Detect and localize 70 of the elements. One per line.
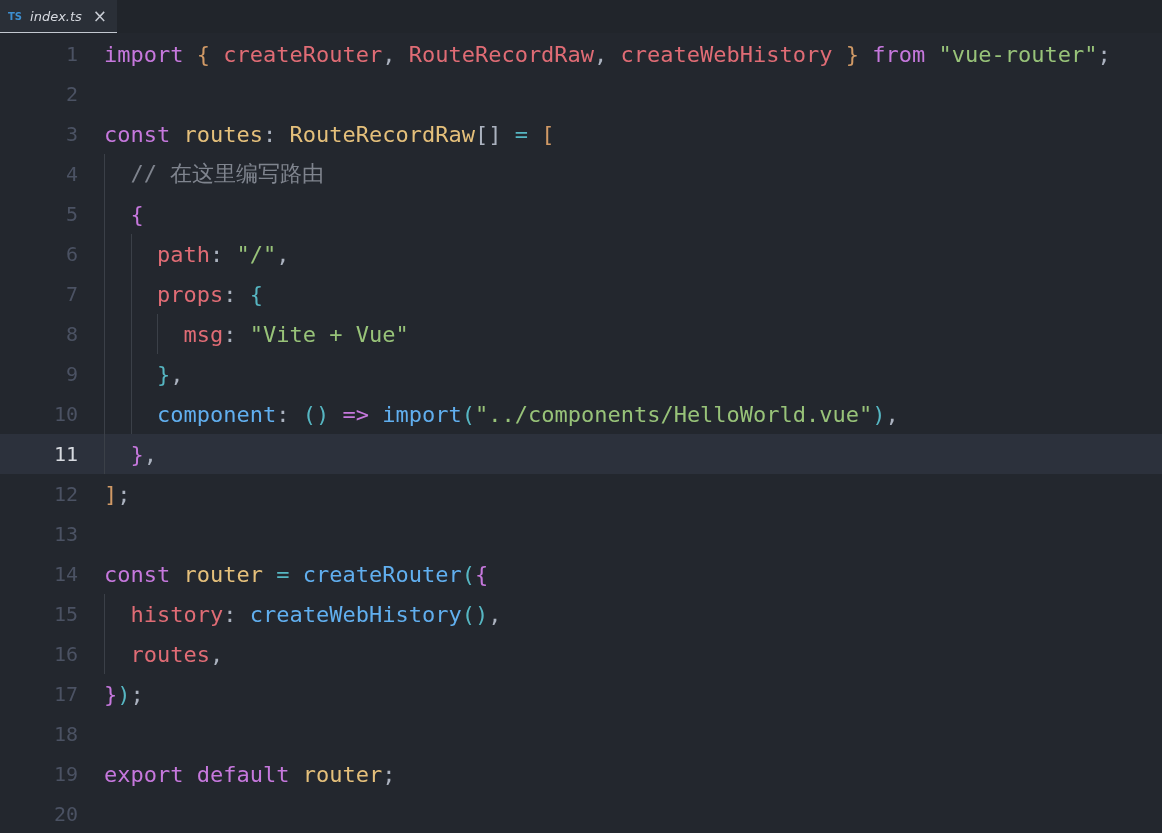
code-token: , (143, 441, 157, 467)
code-token: ; (130, 681, 144, 707)
code-token: [ (541, 121, 555, 147)
code-token: ) (117, 681, 131, 707)
code-token: "../components/HelloWorld.vue" (474, 401, 873, 427)
line-number: 11 (52, 442, 78, 466)
code-token: const (104, 121, 172, 147)
code-token: props (157, 281, 224, 307)
code-token: , (488, 601, 502, 627)
code-token: } (104, 681, 118, 707)
code-token: ( (461, 561, 475, 587)
code-token: , (382, 41, 397, 67)
editor-tab[interactable]: TS index.ts × (0, 0, 117, 33)
code-token: , (210, 641, 224, 667)
code-token: export (104, 761, 185, 787)
code-token: } (157, 361, 171, 387)
typescript-file-icon: TS (8, 10, 23, 22)
code-token: => (342, 401, 370, 427)
code-token: "/" (236, 241, 277, 267)
code-token: RouteRecordRaw (408, 41, 595, 67)
code-token: () (461, 601, 489, 627)
code-token: RouteRecordRaw (289, 121, 475, 147)
code-token: { (249, 281, 263, 307)
code-token: createRouter (302, 561, 462, 587)
code-token: component (157, 401, 277, 427)
code-token: from (872, 41, 927, 67)
code-token: : (276, 401, 291, 427)
code-token: router (183, 561, 264, 587)
code-token: createWebHistory (249, 601, 462, 627)
code-token: history (130, 601, 224, 627)
tab-title: index.ts (30, 8, 83, 24)
code-token: , (594, 41, 609, 67)
code-token: , (170, 361, 184, 387)
code-token: { (474, 561, 489, 587)
code-token: ; (382, 761, 396, 787)
code-token: ) (872, 401, 886, 427)
code-token: msg (183, 321, 224, 347)
code-token: "vue-router" (938, 41, 1098, 67)
code-token: : (223, 601, 238, 627)
code-token: createWebHistory (620, 41, 834, 67)
code-token: // 在这里编写路由 (130, 160, 325, 188)
code-token: router (302, 761, 383, 787)
code-token: { (196, 41, 211, 67)
code-token: ( (461, 401, 475, 427)
code-token: path (157, 241, 210, 267)
code-token: ; (1097, 41, 1111, 67)
code-token: , (885, 401, 899, 427)
code-token: : (223, 281, 238, 307)
code-token: = (276, 561, 291, 587)
code-token: : (210, 241, 225, 267)
code-token: routes (130, 641, 210, 667)
code-token: "Vite + Vue" (249, 321, 409, 347)
code-token: [] (474, 121, 503, 147)
code-token: ] (104, 481, 118, 507)
code-token: default (196, 761, 291, 787)
code-token: , (276, 241, 290, 267)
close-button[interactable]: × (90, 6, 109, 26)
code-token: createRouter (223, 41, 383, 67)
code-token: routes (183, 121, 263, 147)
code-token: = (514, 121, 529, 147)
code-token: { (130, 201, 144, 227)
code-token: } (845, 41, 861, 67)
code-token: ; (117, 481, 131, 507)
code-token: () (302, 401, 331, 427)
code-token: : (262, 121, 278, 147)
code-token: const (104, 561, 172, 587)
code-token: import (104, 41, 185, 67)
code-token: import (382, 401, 462, 427)
code-token: } (130, 441, 144, 467)
code-token: : (223, 321, 238, 347)
